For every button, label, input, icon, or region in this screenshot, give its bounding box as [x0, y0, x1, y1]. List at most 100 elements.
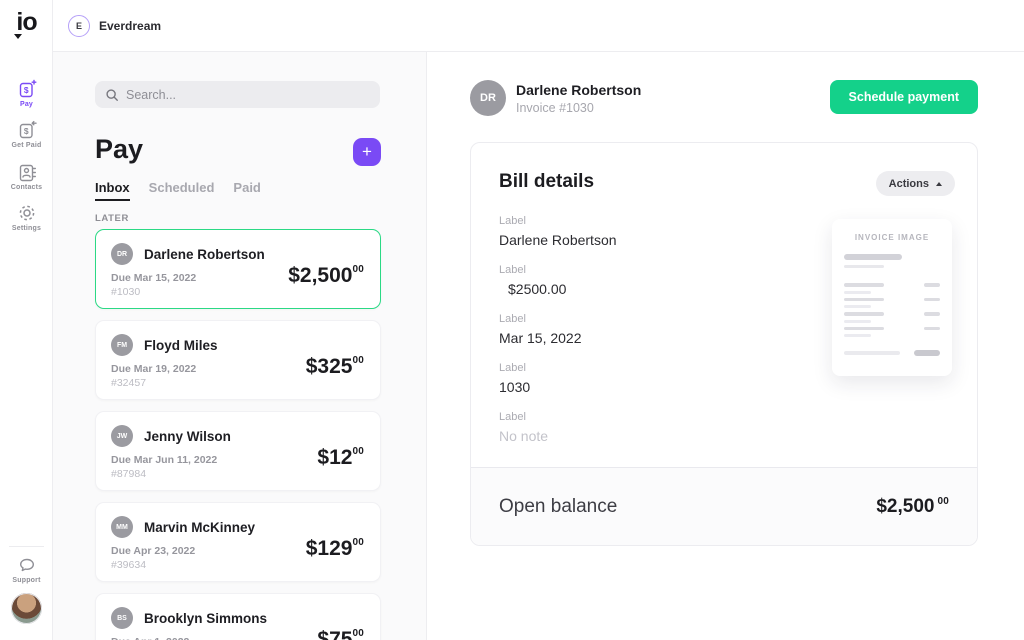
field-value: No note	[499, 428, 799, 444]
invoice-amount-cents: 00	[352, 264, 364, 275]
invoice-amount: $12900	[306, 537, 364, 561]
bill-details-title: Bill details	[499, 171, 594, 193]
skeleton-row	[844, 312, 940, 323]
search-input[interactable]	[126, 88, 370, 102]
tab-paid[interactable]: Paid	[233, 180, 260, 201]
sidebar: io $ Pay $ Get Paid	[0, 0, 53, 640]
invoice-payee: Marvin McKinney	[144, 520, 255, 535]
skeleton-row	[844, 283, 940, 294]
invoice-image-label: INVOICE IMAGE	[844, 233, 940, 242]
open-balance-section: Open balance $2,50000	[471, 467, 977, 545]
sidebar-item-settings[interactable]: Settings	[0, 203, 53, 232]
skeleton-footer	[844, 350, 940, 356]
actions-label: Actions	[889, 178, 929, 190]
invoice-payee: Brooklyn Simmons	[144, 611, 267, 626]
invoice-card-floyd[interactable]: FM Floyd Miles Due Mar 19, 2022 #32457 $…	[95, 320, 381, 400]
search-bar[interactable]	[95, 81, 380, 108]
skeleton-line	[844, 254, 902, 260]
avatar: MM	[111, 516, 133, 538]
app-window: io $ Pay $ Get Paid	[0, 0, 1024, 640]
avatar: DR	[111, 243, 133, 265]
section-label-later: LATER	[95, 213, 129, 224]
field-label: Label	[499, 264, 799, 276]
skeleton-row	[844, 327, 940, 338]
sidebar-item-support[interactable]: Support	[0, 555, 53, 584]
avatar: JW	[111, 425, 133, 447]
settings-icon	[17, 203, 37, 223]
bill-field-amount: Label $2500.00	[499, 264, 799, 297]
avatar: BS	[111, 607, 133, 629]
bill-details-card: Bill details Actions Label Darlene Rober…	[470, 142, 978, 546]
field-value: Mar 15, 2022	[499, 330, 799, 346]
invoice-amount: $1200	[317, 446, 364, 470]
topbar: E Everdream	[53, 0, 1024, 52]
user-avatar[interactable]	[11, 593, 42, 624]
schedule-payment-button[interactable]: Schedule payment	[830, 80, 978, 114]
workspace-badge: E	[68, 15, 90, 37]
bill-field-due-date: Label Mar 15, 2022	[499, 313, 799, 346]
open-balance-label: Open balance	[499, 496, 617, 518]
skeleton-line	[844, 265, 884, 268]
svg-text:$: $	[23, 126, 28, 136]
invoice-amount-cents: 00	[352, 537, 364, 548]
contacts-icon	[17, 162, 37, 182]
payee-avatar: DR	[470, 80, 506, 116]
invoice-amount-cents: 00	[352, 628, 364, 639]
payee-name: Darlene Robertson	[516, 82, 641, 98]
invoice-amount-cents: 00	[352, 355, 364, 366]
invoice-payee: Floyd Miles	[144, 338, 218, 353]
field-label: Label	[499, 215, 799, 227]
open-balance-cents: 00	[937, 496, 949, 507]
search-icon	[105, 88, 119, 102]
sidebar-item-pay[interactable]: $ Pay	[0, 79, 53, 108]
invoice-amount-cents: 00	[352, 446, 364, 457]
support-icon	[17, 555, 37, 575]
invoice-amount: $2,50000	[288, 264, 364, 288]
bill-field-payee: Label Darlene Robertson	[499, 215, 799, 248]
sidebar-item-label: Support	[0, 577, 53, 584]
invoice-list: DR Darlene Robertson Due Mar 15, 2022 #1…	[95, 229, 381, 640]
pay-icon: $	[17, 79, 37, 99]
app-logo: io	[0, 8, 53, 39]
field-value: 1030	[499, 379, 799, 395]
actions-dropdown-button[interactable]: Actions	[876, 171, 955, 196]
get-paid-icon: $	[17, 120, 37, 140]
bill-field-invoice-number: Label 1030	[499, 362, 799, 395]
field-label: Label	[499, 362, 799, 374]
invoice-image-preview[interactable]: INVOICE IMAGE	[832, 219, 952, 376]
invoice-payee: Jenny Wilson	[144, 429, 231, 444]
invoice-amount: $32500	[306, 355, 364, 379]
skeleton-row	[844, 298, 940, 309]
field-label: Label	[499, 411, 799, 423]
invoice-subtitle: Invoice #1030	[516, 101, 594, 115]
workspace-name: Everdream	[99, 19, 161, 33]
logo-text: io	[16, 8, 36, 36]
avatar: FM	[111, 334, 133, 356]
bill-field-note: Label No note	[499, 411, 799, 444]
field-label: Label	[499, 313, 799, 325]
field-value: $2500.00	[499, 281, 799, 297]
tab-scheduled[interactable]: Scheduled	[149, 180, 215, 201]
pay-list-panel: Pay + Inbox Scheduled Paid LATER DR Darl…	[53, 52, 427, 640]
invoice-card-marvin[interactable]: MM Marvin McKinney Due Apr 23, 2022 #396…	[95, 502, 381, 582]
sidebar-item-label: Contacts	[0, 184, 53, 191]
sidebar-item-label: Get Paid	[0, 142, 53, 149]
invoice-payee: Darlene Robertson	[144, 247, 265, 262]
invoice-card-jenny[interactable]: JW Jenny Wilson Due Mar Jun 11, 2022 #87…	[95, 411, 381, 491]
field-value: Darlene Robertson	[499, 232, 799, 248]
sidebar-item-contacts[interactable]: Contacts	[0, 162, 53, 191]
open-balance-amount: $2,50000	[876, 496, 949, 518]
invoice-detail-panel: DR Darlene Robertson Invoice #1030 Sched…	[427, 52, 1024, 640]
pay-tabs: Inbox Scheduled Paid	[95, 180, 261, 201]
sidebar-item-label: Pay	[0, 101, 53, 108]
sidebar-item-label: Settings	[0, 225, 53, 232]
sidebar-divider	[9, 546, 44, 547]
workspace-switcher[interactable]: E Everdream	[68, 15, 161, 37]
invoice-amount: $7500	[317, 628, 364, 640]
bill-fields: Label Darlene Robertson Label $2500.00 L…	[499, 215, 799, 460]
invoice-card-darlene[interactable]: DR Darlene Robertson Due Mar 15, 2022 #1…	[95, 229, 381, 309]
add-bill-button[interactable]: +	[353, 138, 381, 166]
invoice-card-brooklyn[interactable]: BS Brooklyn Simmons Due Apr 1, 2022 $750…	[95, 593, 381, 640]
sidebar-item-get-paid[interactable]: $ Get Paid	[0, 120, 53, 149]
tab-inbox[interactable]: Inbox	[95, 180, 130, 201]
